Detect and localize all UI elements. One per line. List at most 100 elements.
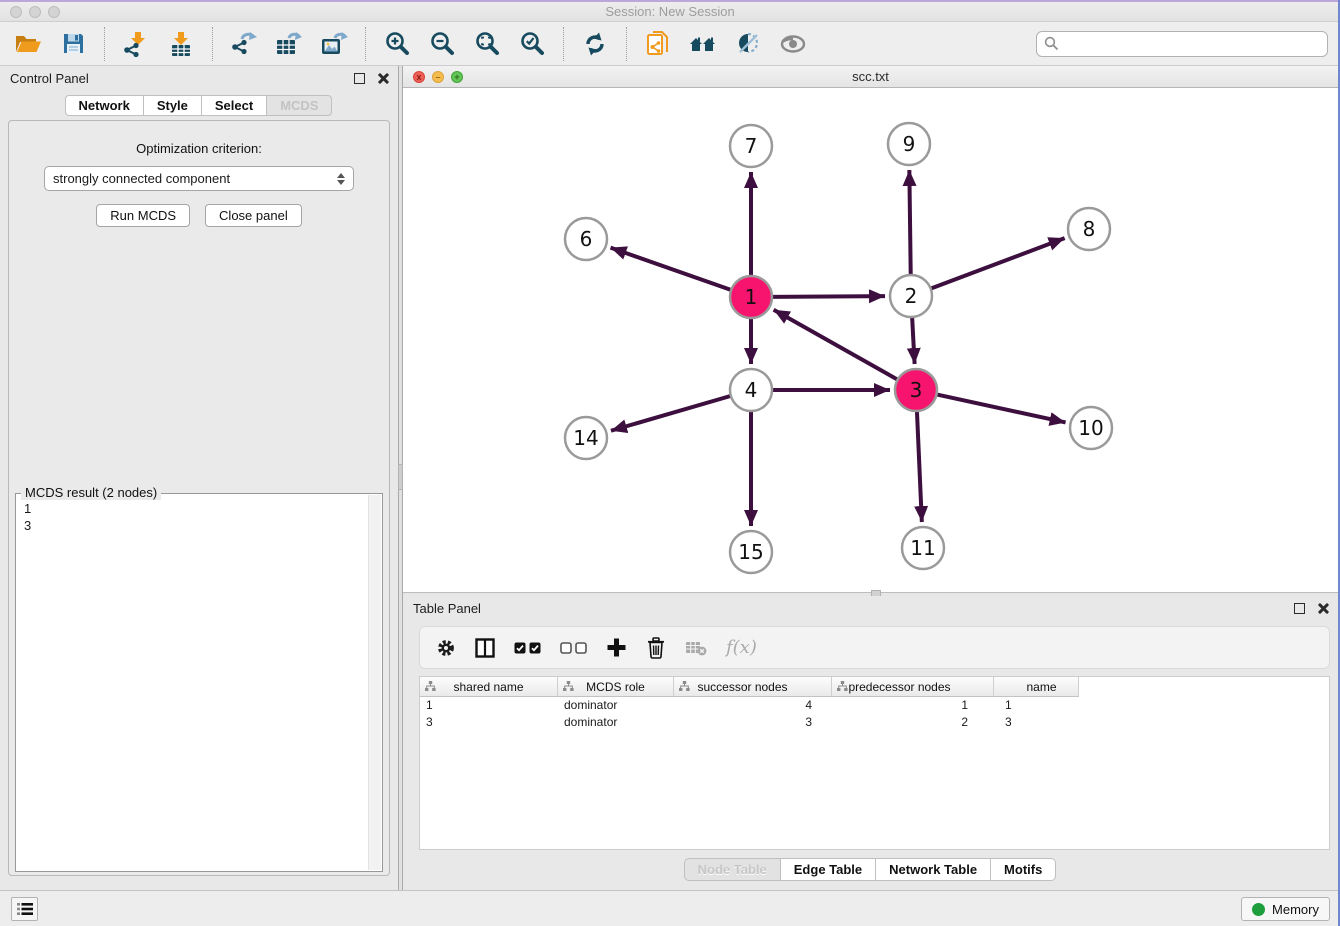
close-panel-icon[interactable] bbox=[1317, 603, 1328, 614]
tab-mcds[interactable]: MCDS bbox=[266, 95, 332, 116]
search-input[interactable] bbox=[1065, 35, 1320, 52]
graph-node-1[interactable]: 1 bbox=[730, 276, 772, 318]
table-header-row: shared name MCDS role successor nodes pr… bbox=[420, 677, 1329, 697]
table-row[interactable]: 3 dominator 3 2 3 bbox=[420, 714, 1329, 731]
control-panel: Control Panel Network Style Select MCDS … bbox=[0, 66, 398, 890]
task-history-button[interactable] bbox=[11, 897, 38, 921]
run-mcds-button[interactable]: Run MCDS bbox=[96, 204, 190, 227]
toolbar-separator bbox=[563, 27, 564, 61]
network-graph[interactable]: 7 9 6 8 1 2 4 3 14 10 15 11 bbox=[403, 88, 1338, 592]
column-label: successor nodes bbox=[697, 680, 787, 694]
tab-select[interactable]: Select bbox=[201, 95, 267, 116]
zoom-fit-icon[interactable] bbox=[469, 26, 505, 62]
graph-node-6[interactable]: 6 bbox=[565, 218, 607, 260]
graph-node-label: 2 bbox=[905, 284, 918, 308]
deselect-all-icon[interactable] bbox=[560, 642, 587, 654]
close-panel-icon[interactable] bbox=[377, 73, 388, 84]
mcds-result-list[interactable]: 1 3 bbox=[16, 494, 382, 540]
table-toolbar: f(x) bbox=[419, 626, 1330, 669]
graph-edge-3-1[interactable] bbox=[774, 310, 898, 380]
export-network-icon[interactable] bbox=[226, 26, 262, 62]
graph-node-8[interactable]: 8 bbox=[1068, 208, 1110, 250]
tab-motifs[interactable]: Motifs bbox=[990, 858, 1056, 881]
network-window-title: scc.txt bbox=[403, 66, 1338, 87]
result-line: 3 bbox=[24, 518, 31, 533]
tab-network[interactable]: Network bbox=[65, 95, 144, 116]
network-canvas[interactable]: 7 9 6 8 1 2 4 3 14 10 15 11 bbox=[403, 88, 1338, 592]
memory-status-dot bbox=[1252, 903, 1265, 916]
float-panel-icon[interactable] bbox=[354, 73, 365, 84]
column-header-successor-nodes[interactable]: successor nodes bbox=[674, 677, 832, 696]
toolbar-search[interactable] bbox=[1036, 31, 1328, 57]
graph-edge-3-10[interactable] bbox=[937, 394, 1066, 422]
tab-edge-table[interactable]: Edge Table bbox=[780, 858, 876, 881]
control-panel-tabs: Network Style Select MCDS bbox=[0, 95, 398, 116]
graph-edge-3-11[interactable] bbox=[917, 411, 922, 522]
column-header-shared-name[interactable]: shared name bbox=[420, 677, 558, 696]
delete-table-icon[interactable] bbox=[685, 640, 707, 656]
show-columns-icon[interactable] bbox=[475, 638, 495, 658]
close-panel-button[interactable]: Close panel bbox=[205, 204, 302, 227]
column-header-name[interactable]: name bbox=[994, 677, 1079, 696]
select-all-icon[interactable] bbox=[514, 642, 541, 654]
graph-node-2[interactable]: 2 bbox=[890, 275, 932, 317]
table-settings-gear-icon[interactable] bbox=[436, 638, 456, 658]
column-label: MCDS role bbox=[586, 680, 645, 694]
column-header-predecessor-nodes[interactable]: predecessor nodes bbox=[832, 677, 994, 696]
graph-edge-2-9[interactable] bbox=[909, 170, 910, 275]
show-graphics-details-icon[interactable] bbox=[775, 26, 811, 62]
float-panel-icon[interactable] bbox=[1294, 603, 1305, 614]
graph-node-11[interactable]: 11 bbox=[902, 527, 944, 569]
control-panel-header: Control Panel bbox=[0, 66, 398, 90]
tab-node-table[interactable]: Node Table bbox=[684, 858, 781, 881]
graph-edge-2-8[interactable] bbox=[931, 238, 1065, 288]
duplicate-network-icon[interactable] bbox=[640, 26, 676, 62]
function-builder-icon[interactable]: f(x) bbox=[726, 637, 757, 658]
graph-node-15[interactable]: 15 bbox=[730, 531, 772, 573]
table-panel-title: Table Panel bbox=[413, 601, 481, 616]
column-label: shared name bbox=[453, 680, 523, 694]
graph-node-4[interactable]: 4 bbox=[730, 369, 772, 411]
optimization-criterion-label: Optimization criterion: bbox=[9, 141, 389, 156]
tab-style[interactable]: Style bbox=[143, 95, 202, 116]
export-table-icon[interactable] bbox=[271, 26, 307, 62]
graph-node-10[interactable]: 10 bbox=[1070, 407, 1112, 449]
zoom-out-icon[interactable] bbox=[424, 26, 460, 62]
tree-icon bbox=[425, 681, 436, 692]
memory-button[interactable]: Memory bbox=[1241, 897, 1330, 921]
result-scrollbar[interactable] bbox=[368, 495, 381, 870]
column-label: predecessor nodes bbox=[848, 680, 950, 694]
graph-node-7[interactable]: 7 bbox=[730, 125, 772, 167]
node-table[interactable]: shared name MCDS role successor nodes pr… bbox=[419, 676, 1330, 850]
column-header-mcds-role[interactable]: MCDS role bbox=[558, 677, 674, 696]
zoom-selected-icon[interactable] bbox=[514, 26, 550, 62]
graph-edge-1-6[interactable] bbox=[611, 248, 732, 290]
save-session-icon[interactable] bbox=[55, 26, 91, 62]
status-bar: Memory bbox=[0, 890, 1340, 926]
delete-column-icon[interactable] bbox=[646, 637, 666, 659]
cell-shared-name: 3 bbox=[420, 714, 558, 731]
table-panel-header: Table Panel bbox=[403, 596, 1338, 620]
criterion-select[interactable]: strongly connected component bbox=[44, 166, 354, 191]
open-session-icon[interactable] bbox=[10, 26, 46, 62]
add-column-icon[interactable] bbox=[606, 637, 627, 658]
graph-node-14[interactable]: 14 bbox=[565, 417, 607, 459]
import-table-icon[interactable] bbox=[163, 26, 199, 62]
graph-edge-2-3[interactable] bbox=[912, 317, 915, 364]
first-neighbors-icon[interactable] bbox=[685, 26, 721, 62]
cell-mcds-role: dominator bbox=[558, 714, 674, 731]
toolbar-separator bbox=[212, 27, 213, 61]
graph-node-3[interactable]: 3 bbox=[895, 369, 937, 411]
graph-edge-4-14[interactable] bbox=[611, 396, 731, 431]
screen-edge-top bbox=[0, 0, 1340, 2]
export-image-icon[interactable] bbox=[316, 26, 352, 62]
graph-edge-1-2[interactable] bbox=[772, 296, 885, 297]
tab-network-table[interactable]: Network Table bbox=[875, 858, 991, 881]
refresh-icon[interactable] bbox=[577, 26, 613, 62]
hide-graphics-details-icon[interactable] bbox=[730, 26, 766, 62]
graph-node-9[interactable]: 9 bbox=[888, 123, 930, 165]
zoom-in-icon[interactable] bbox=[379, 26, 415, 62]
import-network-icon[interactable] bbox=[118, 26, 154, 62]
cell-successor-nodes: 3 bbox=[674, 714, 832, 731]
table-row[interactable]: 1 dominator 4 1 1 bbox=[420, 697, 1329, 714]
